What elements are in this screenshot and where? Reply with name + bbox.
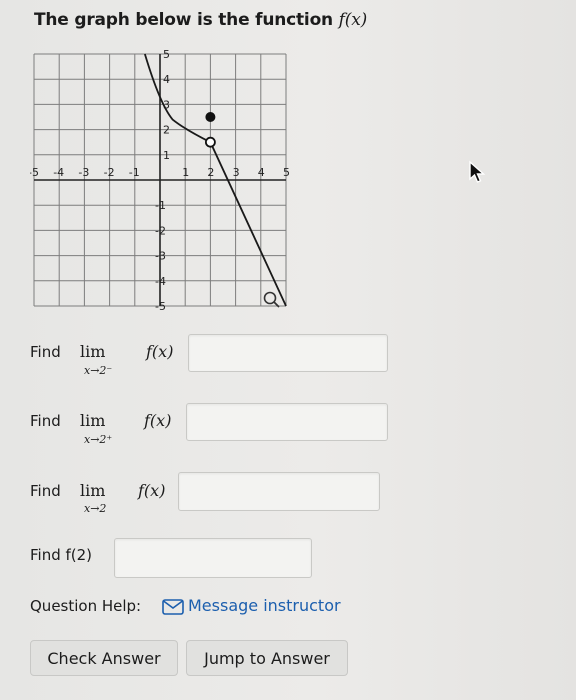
part1-lim: lim xyxy=(80,342,106,361)
part2-lim: lim xyxy=(80,411,106,430)
x-tick-label: -2 xyxy=(104,166,115,179)
part3-answer-input[interactable] xyxy=(178,472,380,511)
message-instructor-link[interactable]: Message instructor xyxy=(188,596,341,615)
part2-limit-subscript: x→2⁺ xyxy=(84,433,113,446)
x-tick-label: 4 xyxy=(258,166,265,179)
part1-answer-input[interactable] xyxy=(188,334,388,372)
part3-limit-subscript: x→2 xyxy=(84,502,107,515)
y-tick-label: -4 xyxy=(155,275,166,288)
x-tick-label: 1 xyxy=(182,166,189,179)
y-tick-label: -3 xyxy=(155,250,166,263)
jump-to-answer-button[interactable]: Jump to Answer xyxy=(186,640,348,676)
mail-icon[interactable] xyxy=(162,599,184,615)
part3-lim: lim xyxy=(80,481,106,500)
part1-limit-subscript: x→2⁻ xyxy=(84,364,113,377)
x-tick-label: 2 xyxy=(207,166,214,179)
part2-function: f(x) xyxy=(144,411,172,430)
y-tick-label: -5 xyxy=(155,300,166,312)
question-title: The graph below is the function f(x) xyxy=(34,10,367,30)
x-tick-label: -3 xyxy=(78,166,89,179)
mouse-cursor-icon xyxy=(469,160,486,183)
x-tick-label: 5 xyxy=(283,166,290,179)
part2-find-label: Find xyxy=(30,412,61,430)
open-point xyxy=(204,136,216,148)
x-tick-label: -1 xyxy=(129,166,140,179)
part4-answer-input[interactable] xyxy=(114,538,312,578)
magnifier-icon[interactable] xyxy=(263,291,280,308)
part1-function: f(x) xyxy=(146,342,174,361)
title-text: The graph below is the function xyxy=(34,10,339,30)
x-tick-label: -5 xyxy=(30,166,39,179)
x-tick-label: -4 xyxy=(53,166,64,179)
y-tick-label: 1 xyxy=(163,149,170,162)
y-tick-label: 2 xyxy=(163,124,170,137)
check-answer-button[interactable]: Check Answer xyxy=(30,640,178,676)
y-tick-label: -1 xyxy=(155,199,166,212)
title-function: f(x) xyxy=(338,10,368,30)
function-graph: -5-4-3-2-112345 54321-1-2-3-4-5 xyxy=(30,50,290,312)
part3-function: f(x) xyxy=(138,481,166,500)
question-help-label: Question Help: xyxy=(30,597,142,615)
closed-point xyxy=(205,112,216,122)
part4-find-label: Find f(2) xyxy=(30,546,93,564)
y-tick-label: 5 xyxy=(163,50,170,61)
part2-answer-input[interactable] xyxy=(186,403,388,441)
y-tick-label: 4 xyxy=(163,73,170,86)
y-tick-label: -2 xyxy=(155,224,166,237)
part3-find-label: Find xyxy=(30,482,61,500)
x-tick-label: 3 xyxy=(233,166,240,179)
graph-axes xyxy=(34,54,286,306)
part1-find-label: Find xyxy=(30,343,61,361)
